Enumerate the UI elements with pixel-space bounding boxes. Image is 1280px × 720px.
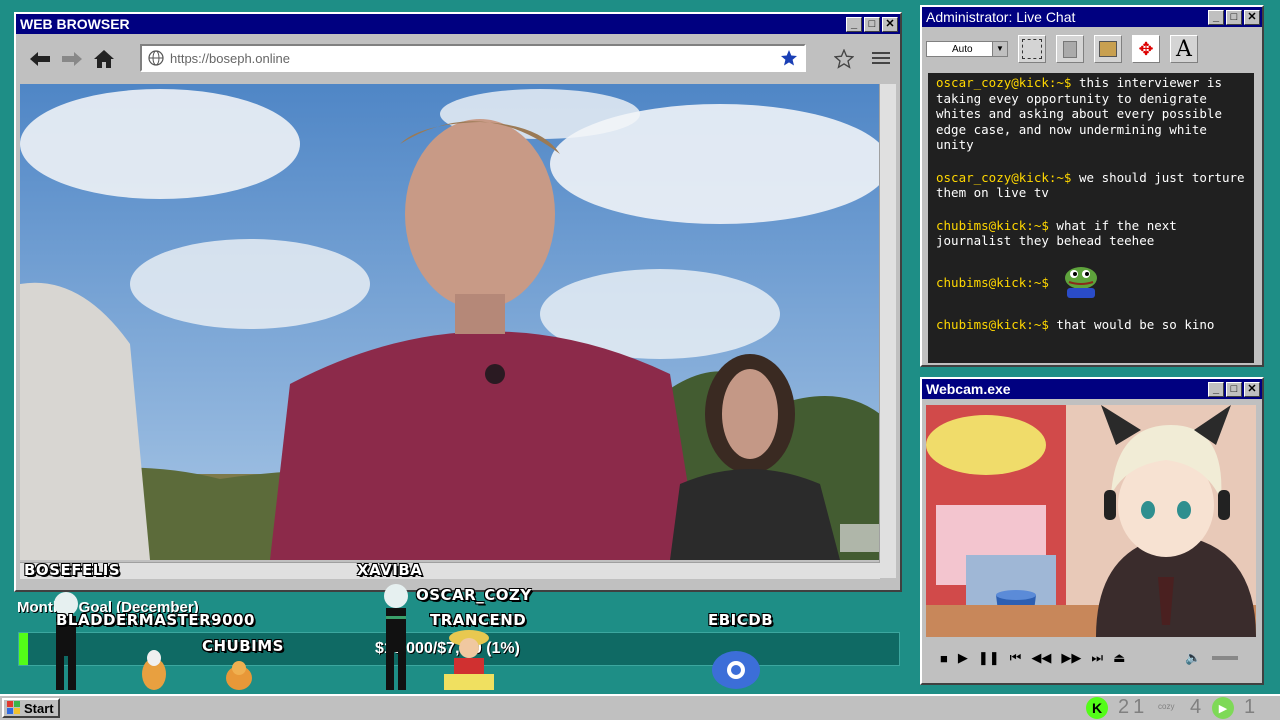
- maximize-button[interactable]: □: [1226, 9, 1242, 25]
- windows-logo-icon: [7, 701, 21, 715]
- chat-toolbar: Auto ▼ ✥ A: [926, 31, 1258, 67]
- font-icon[interactable]: A: [1170, 35, 1198, 63]
- stream-viewer-count: 1: [1244, 696, 1256, 718]
- chat-user: chubims@kick:~$: [936, 316, 1049, 332]
- chat-message: chubims@kick:~$ that would be so kino: [936, 317, 1246, 333]
- start-button[interactable]: Start: [2, 698, 60, 718]
- webcam-feed: [926, 405, 1256, 637]
- url-text: https://boseph.online: [170, 50, 290, 66]
- chat-titlebar[interactable]: Administrator: Live Chat _ □ ✕: [922, 7, 1262, 27]
- webcam-titlebar[interactable]: Webcam.exe _ □ ✕: [922, 379, 1262, 399]
- chat-messages: oscar_cozy@kick:~$ this interviewer is t…: [928, 73, 1254, 363]
- cozy-label: cozy: [1158, 702, 1175, 711]
- pause-icon[interactable]: ❚❚: [978, 650, 1000, 666]
- viewer-name: EBICDB: [708, 611, 774, 629]
- goal-progress-fill: [19, 633, 28, 665]
- character-sprite: [436, 624, 502, 692]
- character-sprite: [710, 648, 762, 690]
- home-icon[interactable]: [92, 47, 116, 71]
- paste-icon[interactable]: [1094, 35, 1122, 63]
- font-size-value: Auto: [952, 43, 973, 55]
- minimize-button[interactable]: _: [1208, 9, 1224, 25]
- vertical-scrollbar[interactable]: [879, 84, 896, 578]
- chat-message: oscar_cozy@kick:~$ we should just tortur…: [936, 170, 1246, 201]
- maximize-button[interactable]: □: [1226, 381, 1242, 397]
- stop-icon[interactable]: ■: [940, 651, 948, 666]
- pepe-emote-icon: [1059, 264, 1103, 302]
- chat-message: chubims@kick:~$ what if the next journal…: [936, 218, 1246, 249]
- bookmarked-star-icon[interactable]: [780, 49, 798, 67]
- close-button[interactable]: ✕: [1244, 381, 1260, 397]
- video-content[interactable]: [20, 84, 880, 560]
- minimize-button[interactable]: _: [846, 16, 862, 32]
- globe-icon: [148, 50, 164, 66]
- forward-icon[interactable]: [60, 47, 84, 71]
- chat-user: chubims@kick:~$: [936, 274, 1049, 290]
- skip-back-icon[interactable]: ⏮: [1010, 650, 1022, 666]
- maximize-button[interactable]: □: [864, 16, 880, 32]
- browser-titlebar[interactable]: WEB BROWSER _ □ ✕: [16, 14, 900, 34]
- chat-message: oscar_cozy@kick:~$ this interviewer is t…: [936, 75, 1246, 153]
- back-icon[interactable]: [28, 47, 52, 71]
- skip-forward-icon[interactable]: ⏭: [1091, 650, 1103, 666]
- font-size-select[interactable]: Auto ▼: [926, 41, 1008, 57]
- horizontal-scrollbar[interactable]: [20, 562, 880, 579]
- viewer-name: CHUBIMS: [202, 637, 284, 655]
- viewer-name: OSCAR_COZY: [416, 586, 532, 604]
- viewer-name: BOSEFELIS: [24, 561, 121, 579]
- cozy-viewer-count: 4: [1190, 696, 1202, 718]
- select-icon[interactable]: [1018, 35, 1046, 63]
- kick-icon: K: [1086, 697, 1108, 719]
- close-button[interactable]: ✕: [882, 16, 898, 32]
- chat-user: oscar_cozy@kick:~$: [936, 169, 1072, 185]
- chat-message: chubims@kick:~$: [936, 266, 1246, 300]
- character-sprite: [140, 648, 168, 692]
- chat-title: Administrator: Live Chat: [926, 9, 1076, 25]
- character-sprite: [378, 584, 414, 692]
- minimize-button[interactable]: _: [1208, 381, 1224, 397]
- browser-title: WEB BROWSER: [20, 16, 130, 32]
- copy-icon[interactable]: [1056, 35, 1084, 63]
- chat-user: oscar_cozy@kick:~$: [936, 75, 1072, 90]
- volume-icon[interactable]: 🔈: [1185, 650, 1201, 666]
- character-sprite: [224, 660, 254, 692]
- kick-viewer-count: 21: [1118, 696, 1149, 718]
- browser-navbar: https://boseph.online: [20, 40, 896, 78]
- chat-window: Administrator: Live Chat _ □ ✕ Auto ▼ ✥ …: [920, 5, 1264, 367]
- volume-slider[interactable]: [1211, 656, 1238, 660]
- move-icon[interactable]: ✥: [1132, 35, 1160, 63]
- chevron-down-icon: ▼: [992, 42, 1007, 56]
- webcam-title: Webcam.exe: [926, 381, 1011, 397]
- chat-text: that would be so kino: [1056, 316, 1215, 332]
- play-icon[interactable]: ▶: [958, 650, 968, 666]
- rewind-icon[interactable]: ◀◀: [1031, 650, 1051, 666]
- viewer-name: BLADDERMASTER9000: [56, 611, 255, 629]
- address-bar[interactable]: https://boseph.online: [140, 44, 806, 72]
- chat-user: chubims@kick:~$: [936, 217, 1049, 233]
- bookmark-star-icon[interactable]: [833, 48, 855, 74]
- browser-window: WEB BROWSER _ □ ✕ https://boseph.online: [14, 12, 902, 592]
- viewer-name: XAVIBA: [357, 561, 423, 579]
- media-controls: ■ ▶ ❚❚ ⏮ ◀◀ ▶▶ ⏭ ⏏ 🔈: [926, 643, 1258, 673]
- start-label: Start: [24, 700, 54, 716]
- taskbar: Start K 21 cozy 4 ▶ 1: [0, 694, 1280, 720]
- character-sprite: [48, 592, 84, 692]
- fast-forward-icon[interactable]: ▶▶: [1061, 650, 1081, 666]
- viewer-name: TRANCEND: [430, 611, 527, 629]
- menu-icon[interactable]: [872, 50, 890, 71]
- eject-icon[interactable]: ⏏: [1113, 650, 1125, 666]
- close-button[interactable]: ✕: [1244, 9, 1260, 25]
- play-stream-icon: ▶: [1212, 697, 1234, 719]
- webcam-window: Webcam.exe _ □ ✕ ■ ▶ ❚❚ ⏮ ◀◀ ▶▶ ⏭ ⏏ 🔈: [920, 377, 1264, 685]
